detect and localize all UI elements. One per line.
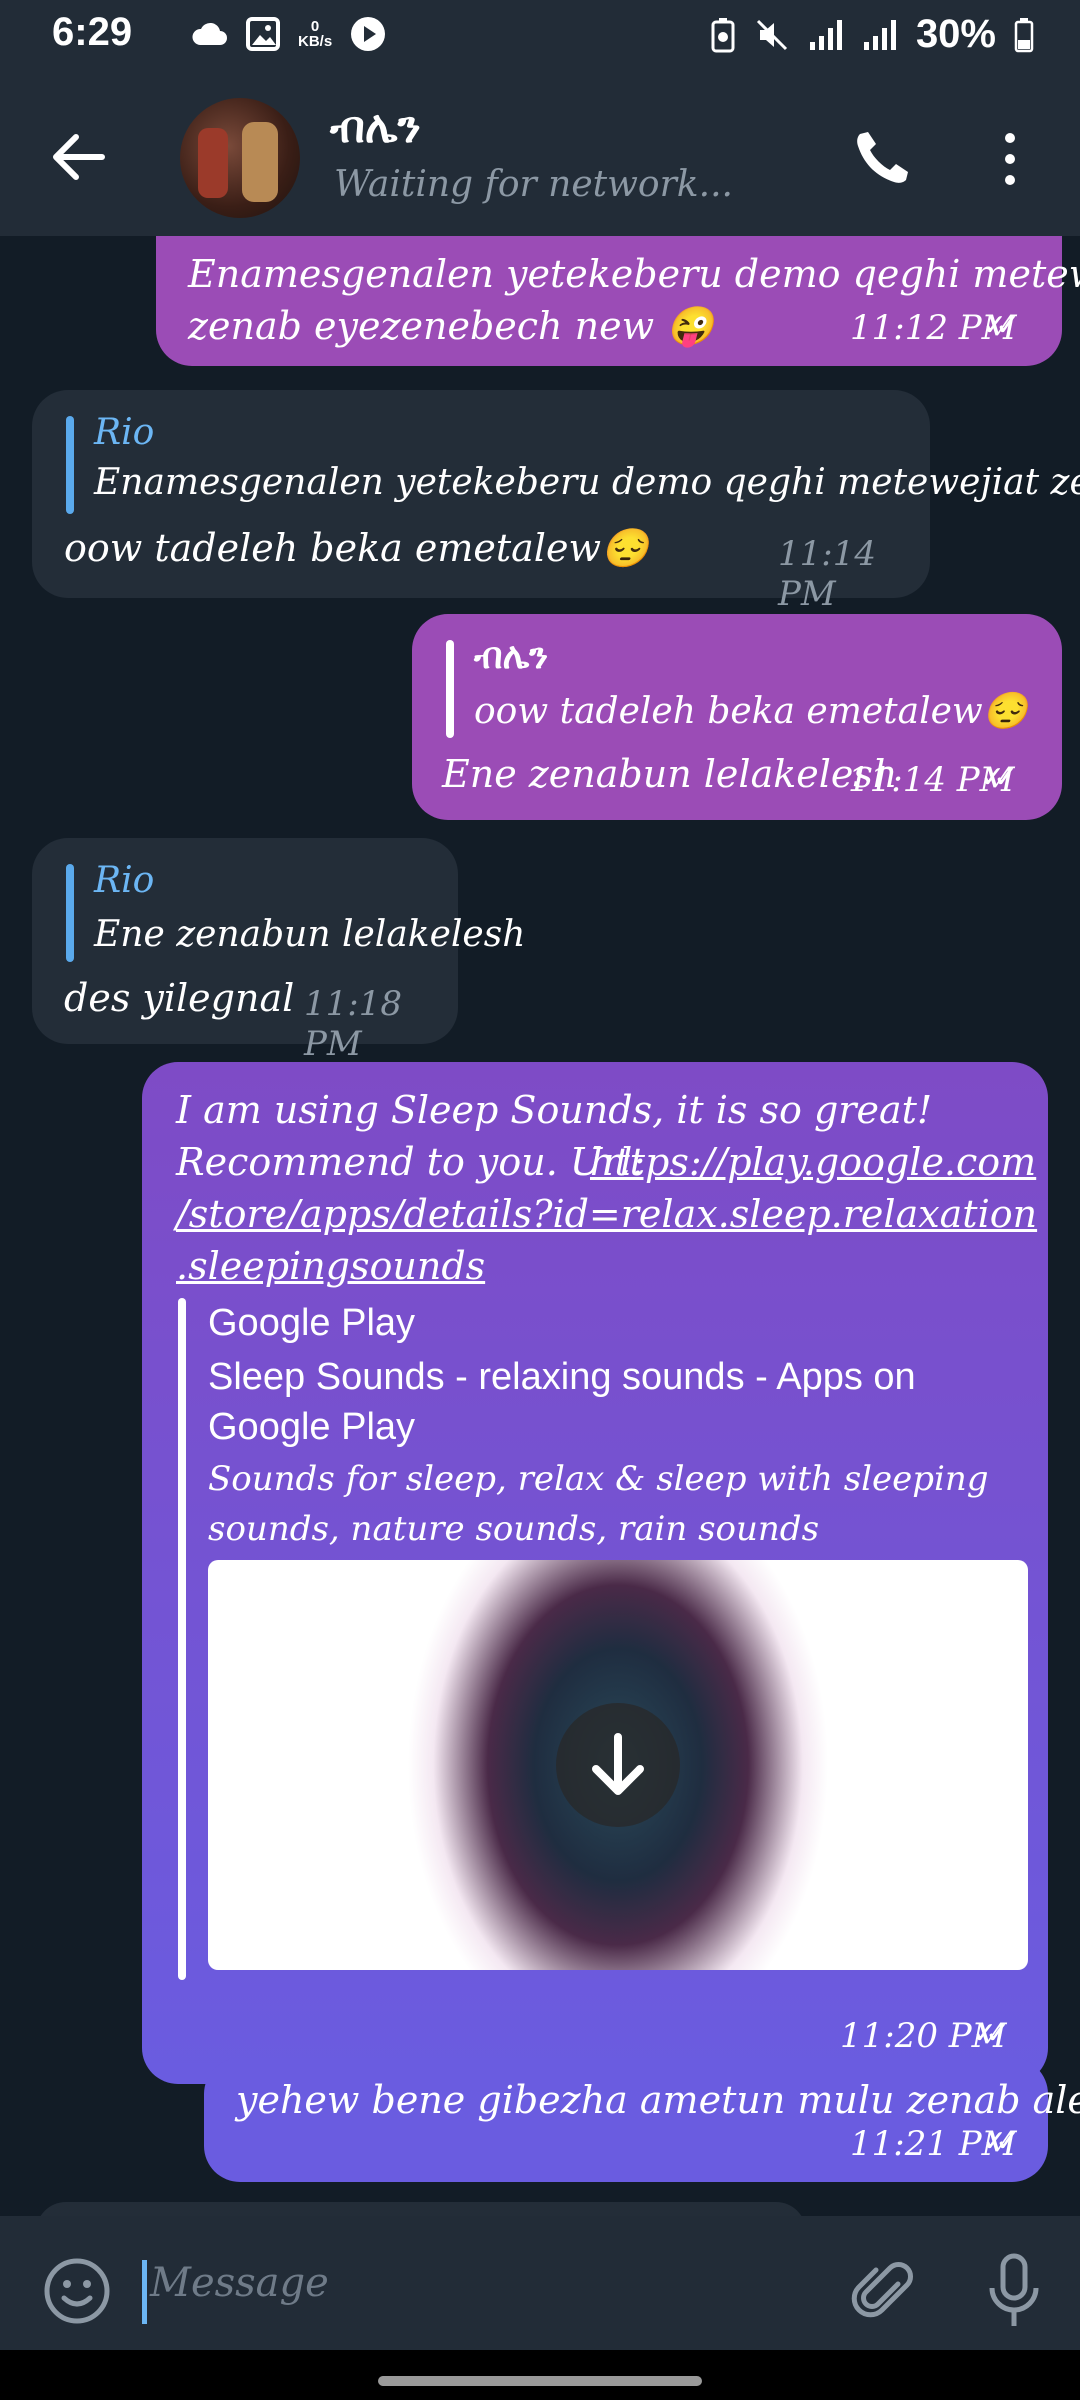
double-check-icon: ✓✓: [982, 2124, 1020, 2159]
battery-saver-icon: [711, 17, 735, 52]
reply-quote-bar: [66, 416, 74, 514]
message-text: yehew bene gibezha ametun mulu zenab ale…: [236, 2078, 1080, 2122]
double-check-icon: ✓✓: [972, 2016, 1010, 2051]
system-nav-bar: [0, 2350, 1080, 2400]
message-text: Ene zenabun lelakelesh: [442, 752, 898, 796]
chat-header: ብሌን Waiting for network...: [0, 78, 1080, 236]
battery-percent: 30%: [915, 12, 996, 56]
download-arrow-icon: [592, 1733, 644, 1795]
message-bubble-incoming[interactable]: Rio Ene zenabun lelakelesh des yilegnal …: [32, 838, 525, 1064]
contact-name[interactable]: ብሌን: [330, 102, 421, 153]
message-bubble-outgoing[interactable]: Enamesgenalen yetekeberu demo qeghi mete…: [156, 236, 1080, 366]
message-bubble-outgoing[interactable]: yehew bene gibezha ametun mulu zenab ale…: [204, 2058, 1080, 2182]
reply-sender: Rio: [94, 860, 155, 901]
reply-quote-bar: [446, 640, 454, 738]
double-check-icon: ✓✓: [980, 760, 1018, 795]
message-list[interactable]: Enamesgenalen yetekeberu demo qeghi mete…: [0, 236, 1080, 2216]
mute-icon: [756, 19, 787, 50]
attachment-icon[interactable]: [848, 2256, 918, 2326]
status-bar: 6:29 0 KB/s 30%: [0, 0, 1080, 78]
status-icons-right: 30%: [710, 12, 1034, 57]
more-options-icon[interactable]: [990, 124, 1030, 194]
link-preview-title[interactable]: Sleep Sounds - relaxing sounds - Apps on…: [208, 1352, 968, 1452]
message-input-bar: Message: [0, 2216, 1080, 2350]
net-speed: 0 KB/s: [298, 19, 332, 49]
message-time: 11:14 PM: [778, 534, 876, 614]
reply-sender: Rio: [94, 412, 155, 453]
download-button[interactable]: [556, 1703, 680, 1827]
message-text: Enamesgenalen yetekeberu demo qeghi mete…: [188, 252, 1080, 296]
link-preview-image[interactable]: [208, 1560, 1028, 1970]
message-link[interactable]: /store/apps/details?id=relax.sleep.relax…: [176, 1188, 1037, 1240]
emoji-icon[interactable]: [42, 2256, 112, 2326]
net-speed-value: 0: [310, 18, 320, 35]
link-preview-bar: [178, 1298, 186, 1980]
play-icon: [351, 17, 386, 51]
phone-icon[interactable]: [846, 124, 916, 194]
status-time: 6:29: [52, 10, 133, 54]
message-link[interactable]: .sleepingsounds: [176, 1240, 485, 1292]
message-text: des yilegnal: [64, 976, 295, 1020]
message-link[interactable]: https://play.google.com: [590, 1136, 1036, 1188]
link-preview-site: Google Play: [208, 1302, 416, 1344]
signal-icon-1: [809, 19, 842, 50]
home-gesture-handle[interactable]: [378, 2376, 702, 2386]
message-text: I am using Sleep Sounds, it is so great!: [176, 1088, 933, 1132]
back-arrow-icon[interactable]: [44, 122, 114, 192]
text-cursor: [142, 2260, 147, 2324]
battery-icon: [1014, 17, 1034, 52]
reply-text: oow tadeleh beka emetalew😔: [474, 691, 1028, 732]
net-speed-unit: KB/s: [298, 33, 333, 50]
connection-status: Waiting for network...: [334, 164, 733, 205]
message-text: zenab eyezenebech new 😜: [188, 304, 714, 348]
status-icons-left: 0 KB/s: [190, 16, 386, 52]
message-bubble-incoming[interactable]: Rio Enamesgenalen yetekeberu demo qeghi …: [32, 390, 1080, 614]
message-input[interactable]: Message: [150, 2260, 329, 2306]
double-check-icon: ✓✓: [982, 308, 1020, 343]
signal-icon-2: [863, 19, 896, 50]
message-text: oow tadeleh beka emetalew😔: [64, 526, 649, 570]
cloud-icon: [192, 22, 227, 45]
link-preview-description: Sounds for sleep, relax & sleep with sle…: [208, 1459, 989, 1549]
reply-text: Ene zenabun lelakelesh: [94, 914, 526, 955]
message-text-prefix: Recommend to you. Url:: [176, 1140, 658, 1184]
reply-quote-bar: [66, 864, 74, 962]
message-time: 11:18 PM: [304, 984, 402, 1064]
message-bubble-incoming[interactable]: [36, 2202, 806, 2216]
message-bubble-outgoing[interactable]: ብሌን oow tadeleh beka emetalew😔 Ene zenab…: [412, 614, 1062, 820]
image-icon: [246, 17, 280, 51]
avatar[interactable]: [180, 98, 300, 218]
microphone-icon[interactable]: [984, 2252, 1044, 2332]
message-bubble-outgoing[interactable]: I am using Sleep Sounds, it is so great!…: [142, 1062, 1048, 2084]
reply-text: Enamesgenalen yetekeberu demo qeghi mete…: [94, 462, 1080, 503]
reply-sender: ብሌን: [474, 636, 549, 677]
